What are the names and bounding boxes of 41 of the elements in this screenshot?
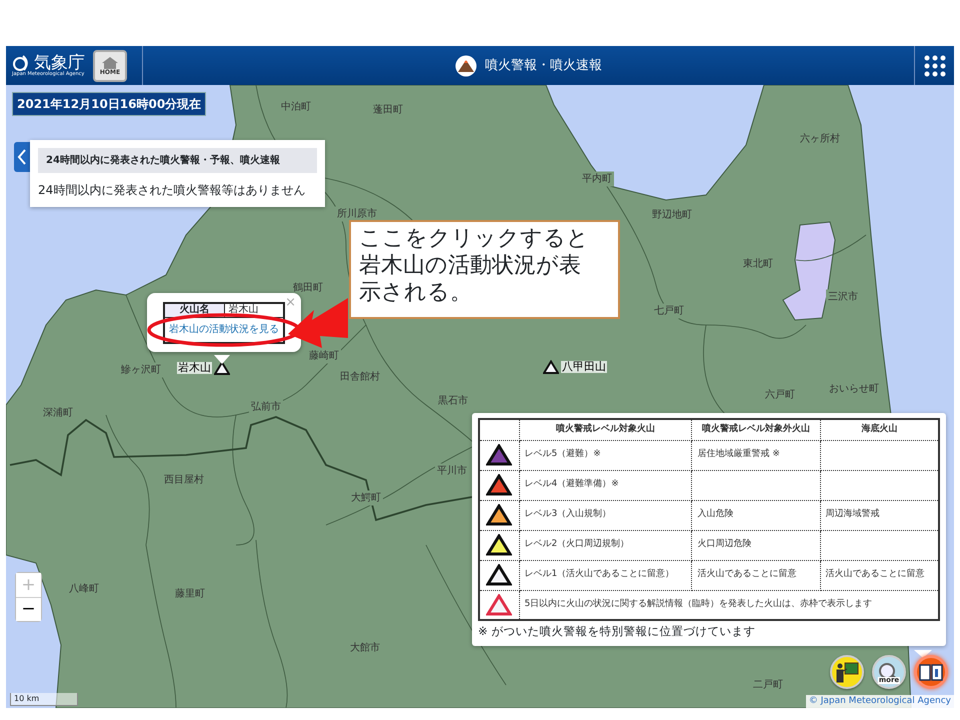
legend-footnote: ※ がついた噴火警報を特別警報に位置づけています	[478, 623, 756, 640]
legend-cell: レベル5（避難）※	[519, 440, 692, 470]
teacher-board-icon	[835, 661, 859, 683]
grid-icon	[924, 54, 946, 76]
place-label: 鰺ヶ沢町	[119, 362, 163, 378]
legend-cell: レベル1（活火山であることに留意）	[519, 560, 692, 590]
column-header: 噴火警戒レベル対象火山	[519, 419, 692, 440]
collapse-panel-button[interactable]	[14, 142, 30, 172]
callout-note: ここをクリックすると岩木山の活動状況が表示される。	[349, 220, 620, 319]
volcano-icon	[455, 54, 477, 76]
popup-pointer	[214, 355, 230, 364]
panel-heading: 24時間以内に発表された噴火警報・予報、噴火速報	[38, 148, 317, 173]
volcano-name: 岩木山	[177, 362, 212, 374]
legend-cell: 入山危険	[692, 500, 820, 530]
logo-icon	[12, 54, 30, 72]
zoom-out-button[interactable]: −	[16, 597, 41, 621]
panel-message: 24時間以内に発表された噴火警報等はありません	[38, 182, 306, 199]
house-icon	[100, 56, 120, 70]
attribution-text: © Japan Meteorological Agency	[806, 694, 954, 708]
scale-bar: 10 km	[10, 693, 78, 706]
volcano-marker-icon[interactable]	[543, 360, 559, 374]
volcano-marker-icon[interactable]	[214, 361, 230, 375]
place-label: 七戸町	[652, 304, 686, 318]
legend-cell: 活火山であることに留意	[692, 560, 820, 590]
legend-cell: レベル3（入山規制）	[519, 500, 692, 530]
column-header: 噴火警戒レベル対象外火山	[692, 419, 820, 440]
place-label: 所川原市	[335, 206, 379, 222]
timestamp-label: 2021年12月10日16時00分現在	[12, 92, 206, 116]
legend-pointer	[914, 650, 932, 658]
place-label: 弘前市	[249, 400, 283, 414]
logo-text: 気象庁	[34, 54, 85, 72]
legend-cell: レベル4（避難準備）※	[519, 470, 692, 500]
book-icon	[919, 663, 943, 681]
place-label: 大鰐町	[349, 490, 383, 506]
legend-cell: レベル2（火口周辺規制）	[519, 530, 692, 560]
place-label: 平内町	[580, 172, 614, 186]
page-title: 噴火警報・噴火速報	[485, 56, 602, 75]
place-label: 三沢市	[826, 290, 860, 304]
legend-cell: 火口周辺危険	[692, 530, 820, 560]
legend-cell: 居住地域厳重警戒 ※	[692, 440, 820, 470]
volcano-name: 八甲田山	[561, 360, 607, 374]
